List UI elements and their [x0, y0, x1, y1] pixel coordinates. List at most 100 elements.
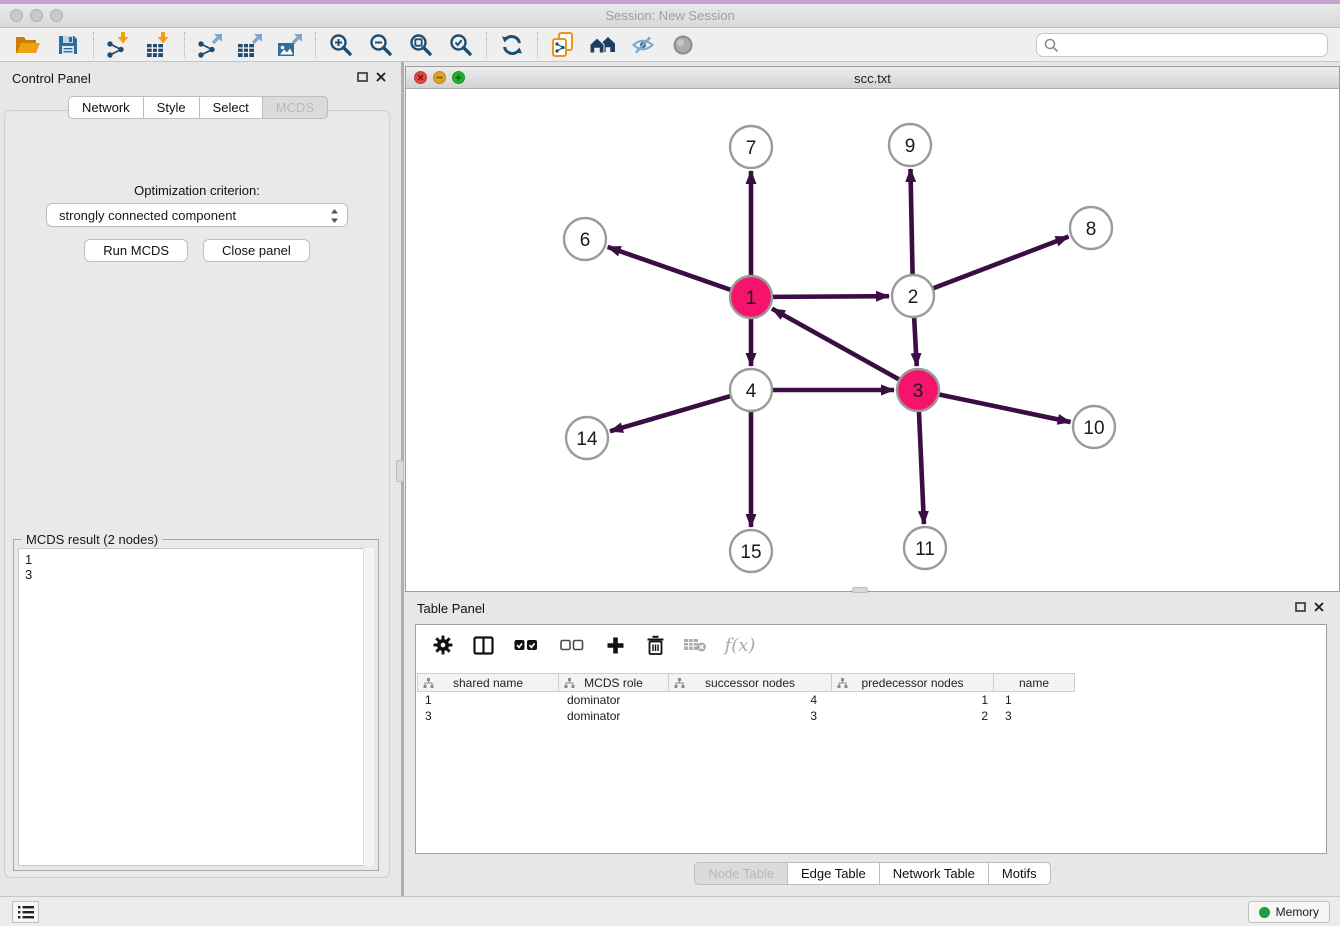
table-row[interactable]: 1dominator411: [418, 692, 1324, 708]
toolbar-separator: [184, 32, 185, 58]
table-cell[interactable]: 1: [418, 693, 560, 707]
network-graph[interactable]: 1 2 3 4 6 7 8 9 10 11 14 15: [406, 89, 1339, 591]
table-cell[interactable]: 2: [835, 709, 998, 723]
column-header-name[interactable]: name: [993, 673, 1075, 692]
zoom-fit-button[interactable]: [401, 30, 441, 60]
graph-edge-3-11[interactable]: [919, 411, 924, 524]
graph-edge-2-8[interactable]: [933, 237, 1069, 289]
float-panel-icon[interactable]: [357, 72, 368, 82]
graph-edge-1-6[interactable]: [608, 247, 732, 290]
search-input[interactable]: [1036, 33, 1328, 57]
titlebar-accent: [0, 0, 1340, 4]
delete-column-button[interactable]: [642, 632, 668, 658]
import-table-button[interactable]: [139, 30, 179, 60]
delete-table-button[interactable]: [682, 632, 708, 658]
graph-node-14[interactable]: 14: [566, 417, 608, 459]
graph-node-11[interactable]: 11: [904, 527, 946, 569]
zoom-out-button[interactable]: [361, 30, 401, 60]
export-image-button[interactable]: [270, 30, 310, 60]
table-cell[interactable]: 4: [671, 693, 835, 707]
zoom-fit-icon: [409, 33, 433, 57]
apply-layout-button[interactable]: [492, 30, 532, 60]
application-window: Session: New Session: [0, 0, 1340, 926]
graph-node-8[interactable]: 8: [1070, 207, 1112, 249]
graph-node-3[interactable]: 3: [897, 369, 939, 411]
toolbar-separator: [93, 32, 94, 58]
function-builder-button[interactable]: f(x): [722, 632, 758, 658]
zoom-out-icon: [369, 33, 393, 57]
table-cell[interactable]: 3: [418, 709, 560, 723]
create-column-button[interactable]: [602, 632, 628, 658]
result-scrollbar[interactable]: [363, 548, 374, 866]
graph-node-1[interactable]: 1: [730, 276, 772, 318]
zoom-selected-button[interactable]: [441, 30, 481, 60]
close-panel-button[interactable]: Close panel: [203, 239, 310, 262]
graph-node-2[interactable]: 2: [892, 275, 934, 317]
import-network-button[interactable]: [99, 30, 139, 60]
select-all-columns-button[interactable]: [510, 632, 542, 658]
eye-slash-icon: [632, 36, 654, 54]
open-session-button[interactable]: [8, 30, 48, 60]
column-header-shared-name[interactable]: shared name: [417, 673, 559, 692]
open-folder-icon: [15, 34, 41, 56]
network-view-window: scc.txt 1234678910111415: [405, 66, 1340, 592]
vertical-splitter-grip[interactable]: [396, 460, 404, 482]
network-canvas[interactable]: 1 2 3 4 6 7 8 9 10 11 14 15: [406, 89, 1339, 591]
table-cell[interactable]: 1: [998, 693, 1080, 707]
optimization-criterion-select[interactable]: strongly connected component: [46, 203, 348, 227]
table-row[interactable]: 3dominator323: [418, 708, 1324, 724]
hide-panels-button[interactable]: [623, 30, 663, 60]
graph-node-15[interactable]: 15: [730, 530, 772, 572]
tab-style[interactable]: Style: [143, 96, 200, 119]
table-settings-button[interactable]: [430, 632, 456, 658]
export-table-button[interactable]: [230, 30, 270, 60]
tab-network[interactable]: Network: [68, 96, 144, 119]
memory-button[interactable]: Memory: [1248, 901, 1330, 923]
graph-edge-1-2[interactable]: [772, 296, 889, 297]
mcds-result-text[interactable]: 1 3: [18, 548, 374, 866]
graph-node-9[interactable]: 9: [889, 124, 931, 166]
toggle-split-view-button[interactable]: [470, 632, 496, 658]
svg-text:3: 3: [913, 381, 924, 402]
column-header-predecessor-nodes[interactable]: predecessor nodes: [831, 673, 994, 692]
svg-text:10: 10: [1083, 418, 1104, 439]
first-neighbors-button[interactable]: [583, 30, 623, 60]
task-history-button[interactable]: [12, 901, 39, 923]
graph-edge-3-1[interactable]: [772, 309, 900, 380]
graph-edge-4-14[interactable]: [610, 396, 731, 431]
deselect-all-columns-button[interactable]: [556, 632, 588, 658]
tab-motifs[interactable]: Motifs: [988, 862, 1051, 885]
table-cell[interactable]: 1: [835, 693, 998, 707]
tab-select[interactable]: Select: [199, 96, 263, 119]
tab-mcds[interactable]: MCDS: [262, 96, 328, 119]
save-session-button[interactable]: [48, 30, 88, 60]
tab-edge-table[interactable]: Edge Table: [787, 862, 880, 885]
horizontal-splitter-grip[interactable]: [852, 587, 868, 593]
graph-node-10[interactable]: 10: [1073, 406, 1115, 448]
network-overview-button[interactable]: [543, 30, 583, 60]
graph-edge-2-9[interactable]: [910, 169, 912, 275]
graph-edge-3-10[interactable]: [939, 394, 1071, 422]
column-header-successor-nodes[interactable]: successor nodes: [668, 673, 832, 692]
close-table-panel-icon[interactable]: [1314, 602, 1324, 612]
tab-network-table[interactable]: Network Table: [879, 862, 989, 885]
zoom-in-button[interactable]: [321, 30, 361, 60]
control-panel: Control Panel Network Style Select MCDS …: [0, 66, 396, 880]
table-cell[interactable]: dominator: [560, 709, 671, 723]
control-panel-title: Control Panel: [12, 71, 91, 86]
graph-node-4[interactable]: 4: [730, 369, 772, 411]
float-table-panel-icon[interactable]: [1295, 602, 1306, 612]
column-header-MCDS-role[interactable]: MCDS role: [558, 673, 669, 692]
graph-node-7[interactable]: 7: [730, 126, 772, 168]
show-panel-button[interactable]: [663, 30, 703, 60]
table-cell[interactable]: 3: [671, 709, 835, 723]
export-network-button[interactable]: [190, 30, 230, 60]
table-toolbar: f(x): [416, 625, 1326, 665]
graph-node-6[interactable]: 6: [564, 218, 606, 260]
table-cell[interactable]: dominator: [560, 693, 671, 707]
run-mcds-button[interactable]: Run MCDS: [84, 239, 188, 262]
graph-edge-2-3[interactable]: [914, 317, 917, 366]
table-cell[interactable]: 3: [998, 709, 1080, 723]
tab-node-table[interactable]: Node Table: [694, 862, 788, 885]
close-panel-icon[interactable]: [376, 72, 386, 82]
